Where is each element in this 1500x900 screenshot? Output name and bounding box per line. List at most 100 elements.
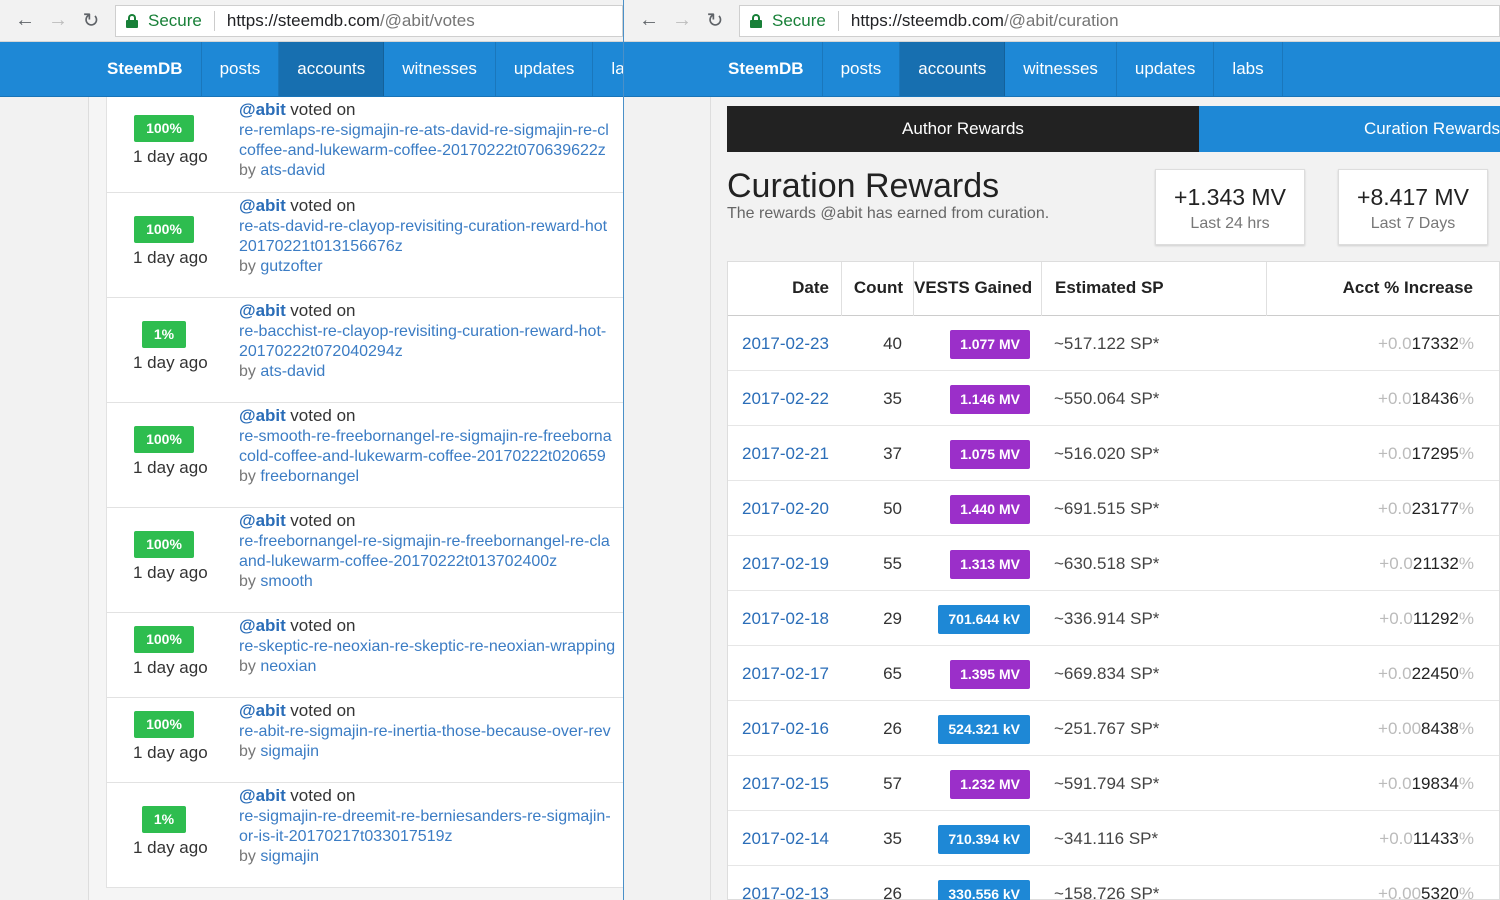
- permlink-line[interactable]: re-ats-david-re-clayop-revisiting-curati…: [239, 217, 623, 237]
- vests-badge: 1.313 MV: [950, 550, 1030, 579]
- nav-posts[interactable]: posts: [823, 42, 901, 96]
- row-vests: 1.077 MV: [916, 316, 1030, 371]
- author-link[interactable]: smooth: [260, 573, 312, 590]
- author-link[interactable]: ats-david: [260, 363, 325, 380]
- vote-weight-badge: 100%: [134, 115, 194, 142]
- permlink-line[interactable]: re-remlaps-re-sigmajin-re-ats-david-re-s…: [239, 121, 623, 141]
- stat-value: +1.343 MV: [1174, 184, 1286, 210]
- author-link[interactable]: sigmajin: [260, 848, 319, 865]
- col-count[interactable]: Count: [842, 262, 914, 316]
- permlink-line[interactable]: and-lukewarm-coffee-20170222t013702400z: [239, 552, 623, 572]
- tab-author-rewards[interactable]: Author Rewards: [727, 106, 1199, 152]
- permlink-line[interactable]: re-freebornangel-re-sigmajin-re-freeborn…: [239, 532, 623, 552]
- brand-link[interactable]: SteemDB: [710, 42, 823, 96]
- nav-updates[interactable]: updates: [496, 42, 594, 96]
- vote-action: voted on: [290, 786, 356, 805]
- row-date-link[interactable]: 2017-02-23: [742, 316, 829, 371]
- forward-arrow-icon[interactable]: →: [667, 6, 697, 36]
- row-date-link[interactable]: 2017-02-18: [742, 591, 829, 646]
- permlink-line[interactable]: cold-coffee-and-lukewarm-coffee-20170222…: [239, 447, 623, 467]
- table-row: 2017-02-17 65 1.395 MV ~669.834 SP* +0.02245…: [728, 646, 1499, 701]
- voter-link[interactable]: @abit: [239, 301, 286, 320]
- voter-link[interactable]: @abit: [239, 616, 286, 635]
- increase-suffix: %: [1458, 609, 1474, 628]
- nav-witnesses[interactable]: witnesses: [1005, 42, 1117, 96]
- row-date-link[interactable]: 2017-02-16: [742, 701, 829, 756]
- tab-curation-rewards[interactable]: Curation Rewards: [1199, 106, 1500, 152]
- address-bar[interactable]: Secure https://steemdb.com/@abit/votes: [115, 4, 623, 37]
- vote-time: 1 day ago: [133, 838, 208, 857]
- row-count: 26: [883, 719, 902, 738]
- increase-suffix: %: [1458, 664, 1474, 683]
- increase-digits: 11433: [1412, 829, 1459, 848]
- address-bar[interactable]: Secure https://steemdb.com/@abit/curatio…: [739, 4, 1500, 37]
- row-count: 50: [883, 499, 902, 518]
- increase-suffix: %: [1458, 774, 1474, 793]
- increase-digits: 22450: [1411, 664, 1459, 683]
- back-arrow-icon[interactable]: ←: [10, 6, 40, 36]
- permlink-line[interactable]: coffee-and-lukewarm-coffee-20170222t0706…: [239, 141, 623, 161]
- row-vests: 1.232 MV: [916, 756, 1030, 811]
- vote-text: @abit voted on re-skeptic-re-neoxian-re-s…: [239, 616, 623, 677]
- author-link[interactable]: neoxian: [260, 658, 316, 675]
- table-row: 2017-02-20 50 1.440 MV ~691.515 SP* +0.02317…: [728, 481, 1499, 536]
- curation-page: Author Rewards Curation Rewards Curation…: [710, 97, 1500, 900]
- author-link[interactable]: gutzofter: [260, 258, 322, 275]
- nav-posts[interactable]: posts: [202, 42, 280, 96]
- vests-badge: 1.146 MV: [950, 385, 1030, 414]
- nav-accounts[interactable]: accounts: [279, 42, 385, 96]
- row-date-link[interactable]: 2017-02-19: [742, 536, 829, 591]
- row-count: 57: [883, 774, 902, 793]
- back-arrow-icon[interactable]: ←: [634, 6, 664, 36]
- author-link[interactable]: freebornangel: [260, 468, 359, 485]
- voter-link[interactable]: @abit: [239, 406, 286, 425]
- vests-badge: 1.077 MV: [950, 330, 1030, 359]
- row-estimated-sp: ~517.122 SP*: [1054, 334, 1160, 353]
- vote-text: @abit voted on re-freebornangel-re-sigmaj…: [239, 511, 623, 592]
- permlink-line[interactable]: re-sigmajin-re-dreemit-re-berniesanders-…: [239, 807, 623, 827]
- row-date-link[interactable]: 2017-02-15: [742, 756, 829, 811]
- permlink-line[interactable]: or-is-it-20170217t033017519z: [239, 827, 623, 847]
- author-link[interactable]: ats-david: [260, 162, 325, 179]
- row-date-link[interactable]: 2017-02-20: [742, 481, 829, 536]
- by-label: by: [239, 658, 256, 675]
- permlink-line[interactable]: re-bacchist-re-clayop-revisiting-curatio…: [239, 322, 623, 342]
- vests-badge: 1.075 MV: [950, 440, 1030, 469]
- permlink-line[interactable]: re-abit-re-sigmajin-re-inertia-those-bec…: [239, 722, 623, 742]
- nav-labs[interactable]: labs: [1214, 42, 1283, 96]
- permlink-line[interactable]: re-skeptic-re-neoxian-re-skeptic-re-neox…: [239, 637, 623, 657]
- reload-icon[interactable]: ↻: [76, 6, 106, 36]
- row-vests: 524.321 kV: [916, 701, 1030, 756]
- nav-updates[interactable]: updates: [1117, 42, 1215, 96]
- voter-link[interactable]: @abit: [239, 701, 286, 720]
- permlink-line[interactable]: 20170222t072040294z: [239, 342, 623, 362]
- vests-badge: 1.232 MV: [950, 770, 1030, 799]
- voter-link[interactable]: @abit: [239, 511, 286, 530]
- permlink-line[interactable]: 20170221t013156676z: [239, 237, 623, 257]
- forward-arrow-icon[interactable]: →: [43, 6, 73, 36]
- col-date[interactable]: Date: [728, 262, 842, 316]
- nav-labs[interactable]: lab: [593, 42, 623, 96]
- vote-weight-badge: 100%: [134, 531, 194, 558]
- col-vests[interactable]: VESTS Gained: [914, 262, 1042, 316]
- row-date-link[interactable]: 2017-02-14: [742, 811, 829, 866]
- voter-link[interactable]: @abit: [239, 196, 286, 215]
- row-vests: 330.556 kV: [916, 866, 1030, 900]
- row-date-link[interactable]: 2017-02-17: [742, 646, 829, 701]
- row-date-link[interactable]: 2017-02-21: [742, 426, 829, 481]
- permlink-line[interactable]: re-smooth-re-freebornangel-re-sigmajin-r…: [239, 427, 623, 447]
- secure-label: Secure: [148, 10, 202, 30]
- page-subtitle: The rewards @abit has earned from curati…: [727, 205, 1050, 222]
- col-acct-increase[interactable]: Acct % Increase: [1267, 262, 1487, 316]
- reload-icon[interactable]: ↻: [700, 6, 730, 36]
- site-nav: SteemDB posts accounts witnesses updates…: [0, 42, 623, 97]
- voter-link[interactable]: @abit: [239, 786, 286, 805]
- author-link[interactable]: sigmajin: [260, 743, 319, 760]
- brand-link[interactable]: SteemDB: [89, 42, 202, 96]
- nav-accounts[interactable]: accounts: [900, 42, 1006, 96]
- nav-witnesses[interactable]: witnesses: [384, 42, 496, 96]
- row-date-link[interactable]: 2017-02-13: [742, 866, 829, 900]
- col-estimated-sp[interactable]: Estimated SP: [1042, 262, 1267, 316]
- row-date-link[interactable]: 2017-02-22: [742, 371, 829, 426]
- voter-link[interactable]: @abit: [239, 100, 286, 119]
